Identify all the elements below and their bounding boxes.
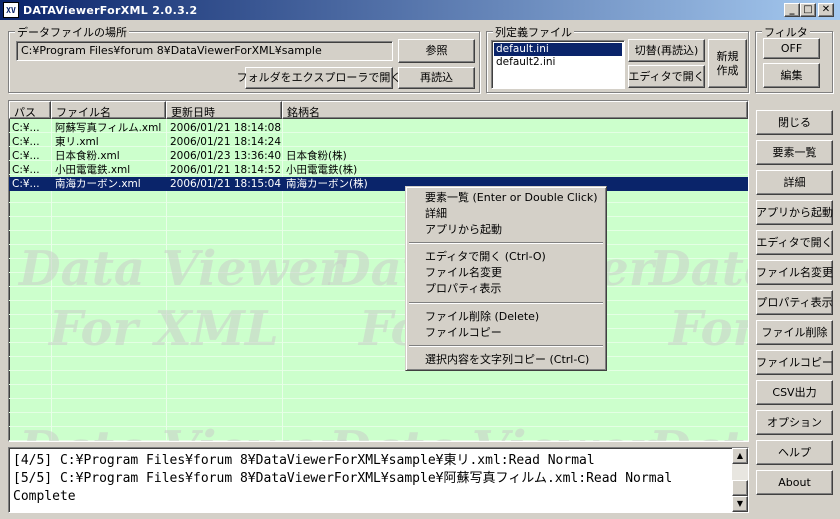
cell-filename: 小田電電鉄.xml bbox=[55, 164, 131, 176]
cell-path: C:¥... bbox=[12, 150, 40, 162]
log-line: [4/5] C:¥Program Files¥forum 8¥DataViewe… bbox=[13, 453, 595, 468]
new-create-label-2: 作成 bbox=[716, 63, 739, 77]
column-header-date[interactable]: 更新日時 bbox=[166, 101, 282, 119]
menu-item-properties[interactable]: プロパティ表示 bbox=[409, 281, 603, 297]
table-row[interactable]: C:¥... 東リ.xml 2006/01/21 18:14:24 bbox=[9, 135, 748, 149]
column-header-filename[interactable]: ファイル名 bbox=[51, 101, 166, 119]
table-row[interactable]: C:¥... 小田電電鉄.xml 2006/01/21 18:14:52 小田電… bbox=[9, 163, 748, 177]
menu-item-rename[interactable]: ファイル名変更 bbox=[409, 265, 603, 281]
open-editor-button[interactable]: エディタで開く bbox=[756, 230, 833, 255]
cell-name: 日本食粉(株) bbox=[286, 150, 347, 162]
log-panel[interactable]: [4/5] C:¥Program Files¥forum 8¥DataViewe… bbox=[8, 447, 749, 513]
cell-filename: 阿蘇写真フィルム.xml bbox=[55, 122, 162, 134]
column-header-name[interactable]: 銘柄名 bbox=[282, 101, 748, 119]
cell-date: 2006/01/21 18:14:24 bbox=[170, 136, 282, 148]
table-row[interactable]: C:¥... 阿蘇写真フィルム.xml 2006/01/21 18:14:08 bbox=[9, 121, 748, 135]
csv-export-button[interactable]: CSV出力 bbox=[756, 380, 833, 405]
menu-item-details[interactable]: 詳細 bbox=[409, 206, 603, 222]
cell-date: 2006/01/21 18:15:04 bbox=[170, 178, 282, 190]
app-icon: XV bbox=[3, 2, 19, 18]
options-button[interactable]: オプション bbox=[756, 410, 833, 435]
data-folder-label: データファイルの場所 bbox=[15, 24, 129, 40]
copy-file-button[interactable]: ファイルコピー bbox=[756, 350, 833, 375]
cell-path: C:¥... bbox=[12, 136, 40, 148]
properties-button[interactable]: プロパティ表示 bbox=[756, 290, 833, 315]
column-def-label: 列定義ファイル bbox=[493, 24, 574, 40]
data-folder-path[interactable]: C:¥Program Files¥forum 8¥DataViewerForXM… bbox=[16, 41, 393, 61]
open-in-editor-button[interactable]: エディタで開く bbox=[628, 65, 705, 88]
minimize-button[interactable]: _ bbox=[784, 3, 800, 17]
menu-separator bbox=[409, 242, 603, 244]
rename-file-button[interactable]: ファイル名変更 bbox=[756, 260, 833, 285]
scroll-down-arrow-icon[interactable]: ▼ bbox=[732, 496, 748, 512]
scroll-thumb[interactable] bbox=[732, 480, 748, 496]
column-def-listbox[interactable]: default.ini default2.ini bbox=[491, 40, 625, 89]
launch-app-button[interactable]: アプリから起動 bbox=[756, 200, 833, 225]
cell-date: 2006/01/21 18:14:08 bbox=[170, 122, 282, 134]
browse-button[interactable]: 参照 bbox=[398, 39, 475, 63]
reload-button[interactable]: 再読込 bbox=[398, 67, 475, 89]
cell-filename: 南海カーボン.xml bbox=[55, 178, 141, 190]
menu-item-element-list[interactable]: 要素一覧 (Enter or Double Click) bbox=[409, 190, 603, 206]
menu-separator bbox=[409, 302, 603, 304]
title-bar: XV DATAViewerForXML 2.0.3.2 _ □ ✕ bbox=[0, 0, 840, 20]
close-window-button[interactable]: ✕ bbox=[818, 3, 834, 17]
filter-toggle-button[interactable]: OFF bbox=[763, 38, 820, 59]
cell-date: 2006/01/21 18:14:52 bbox=[170, 164, 282, 176]
new-create-button[interactable]: 新規 作成 bbox=[708, 39, 747, 88]
filter-edit-button[interactable]: 編集 bbox=[763, 63, 820, 88]
table-row[interactable]: C:¥... 日本食粉.xml 2006/01/23 13:36:40 日本食粉… bbox=[9, 149, 748, 163]
scroll-up-arrow-icon[interactable]: ▲ bbox=[732, 448, 748, 464]
open-folder-explorer-button[interactable]: フォルダをエクスプローラで開く bbox=[237, 67, 401, 89]
cell-name: 小田電電鉄(株) bbox=[286, 164, 358, 176]
new-create-label-1: 新規 bbox=[716, 49, 739, 63]
menu-item-copy-file[interactable]: ファイルコピー bbox=[409, 325, 603, 341]
cell-path: C:¥... bbox=[12, 178, 40, 190]
menu-item-open-editor[interactable]: エディタで開く (Ctrl-O) bbox=[409, 249, 603, 265]
switch-reload-button[interactable]: 切替(再読込) bbox=[628, 39, 705, 62]
delete-file-button[interactable]: ファイル削除 bbox=[756, 320, 833, 345]
help-button[interactable]: ヘルプ bbox=[756, 440, 833, 465]
context-menu: 要素一覧 (Enter or Double Click) 詳細 アプリから起動 … bbox=[405, 186, 607, 371]
element-list-button[interactable]: 要素一覧 bbox=[756, 140, 833, 165]
file-list[interactable]: Data Viewer Data Viewer Data Viewer For … bbox=[8, 100, 749, 442]
column-def-item-selected[interactable]: default.ini bbox=[494, 43, 622, 56]
menu-item-delete[interactable]: ファイル削除 (Delete) bbox=[409, 309, 603, 325]
log-line: Complete bbox=[13, 489, 76, 504]
cell-filename: 日本食粉.xml bbox=[55, 150, 120, 162]
log-scrollbar[interactable]: ▲ ▼ bbox=[732, 448, 748, 512]
menu-separator bbox=[409, 345, 603, 347]
close-button[interactable]: 閉じる bbox=[756, 110, 833, 135]
details-button[interactable]: 詳細 bbox=[756, 170, 833, 195]
cell-filename: 東リ.xml bbox=[55, 136, 99, 148]
table-row-selected[interactable]: C:¥... 南海カーボン.xml 2006/01/21 18:15:04 南海… bbox=[9, 177, 748, 191]
column-header-path[interactable]: パス bbox=[9, 101, 51, 119]
about-button[interactable]: About bbox=[756, 470, 833, 495]
log-line: [5/5] C:¥Program Files¥forum 8¥DataViewe… bbox=[13, 471, 673, 486]
column-def-item[interactable]: default2.ini bbox=[494, 56, 622, 69]
menu-item-copy-text[interactable]: 選択内容を文字列コピー (Ctrl-C) bbox=[409, 352, 603, 368]
window-title: DATAViewerForXML 2.0.3.2 bbox=[23, 3, 198, 17]
maximize-button[interactable]: □ bbox=[800, 3, 816, 17]
cell-path: C:¥... bbox=[12, 122, 40, 134]
menu-item-launch-app[interactable]: アプリから起動 bbox=[409, 222, 603, 238]
cell-date: 2006/01/23 13:36:40 bbox=[170, 150, 282, 162]
cell-path: C:¥... bbox=[12, 164, 40, 176]
